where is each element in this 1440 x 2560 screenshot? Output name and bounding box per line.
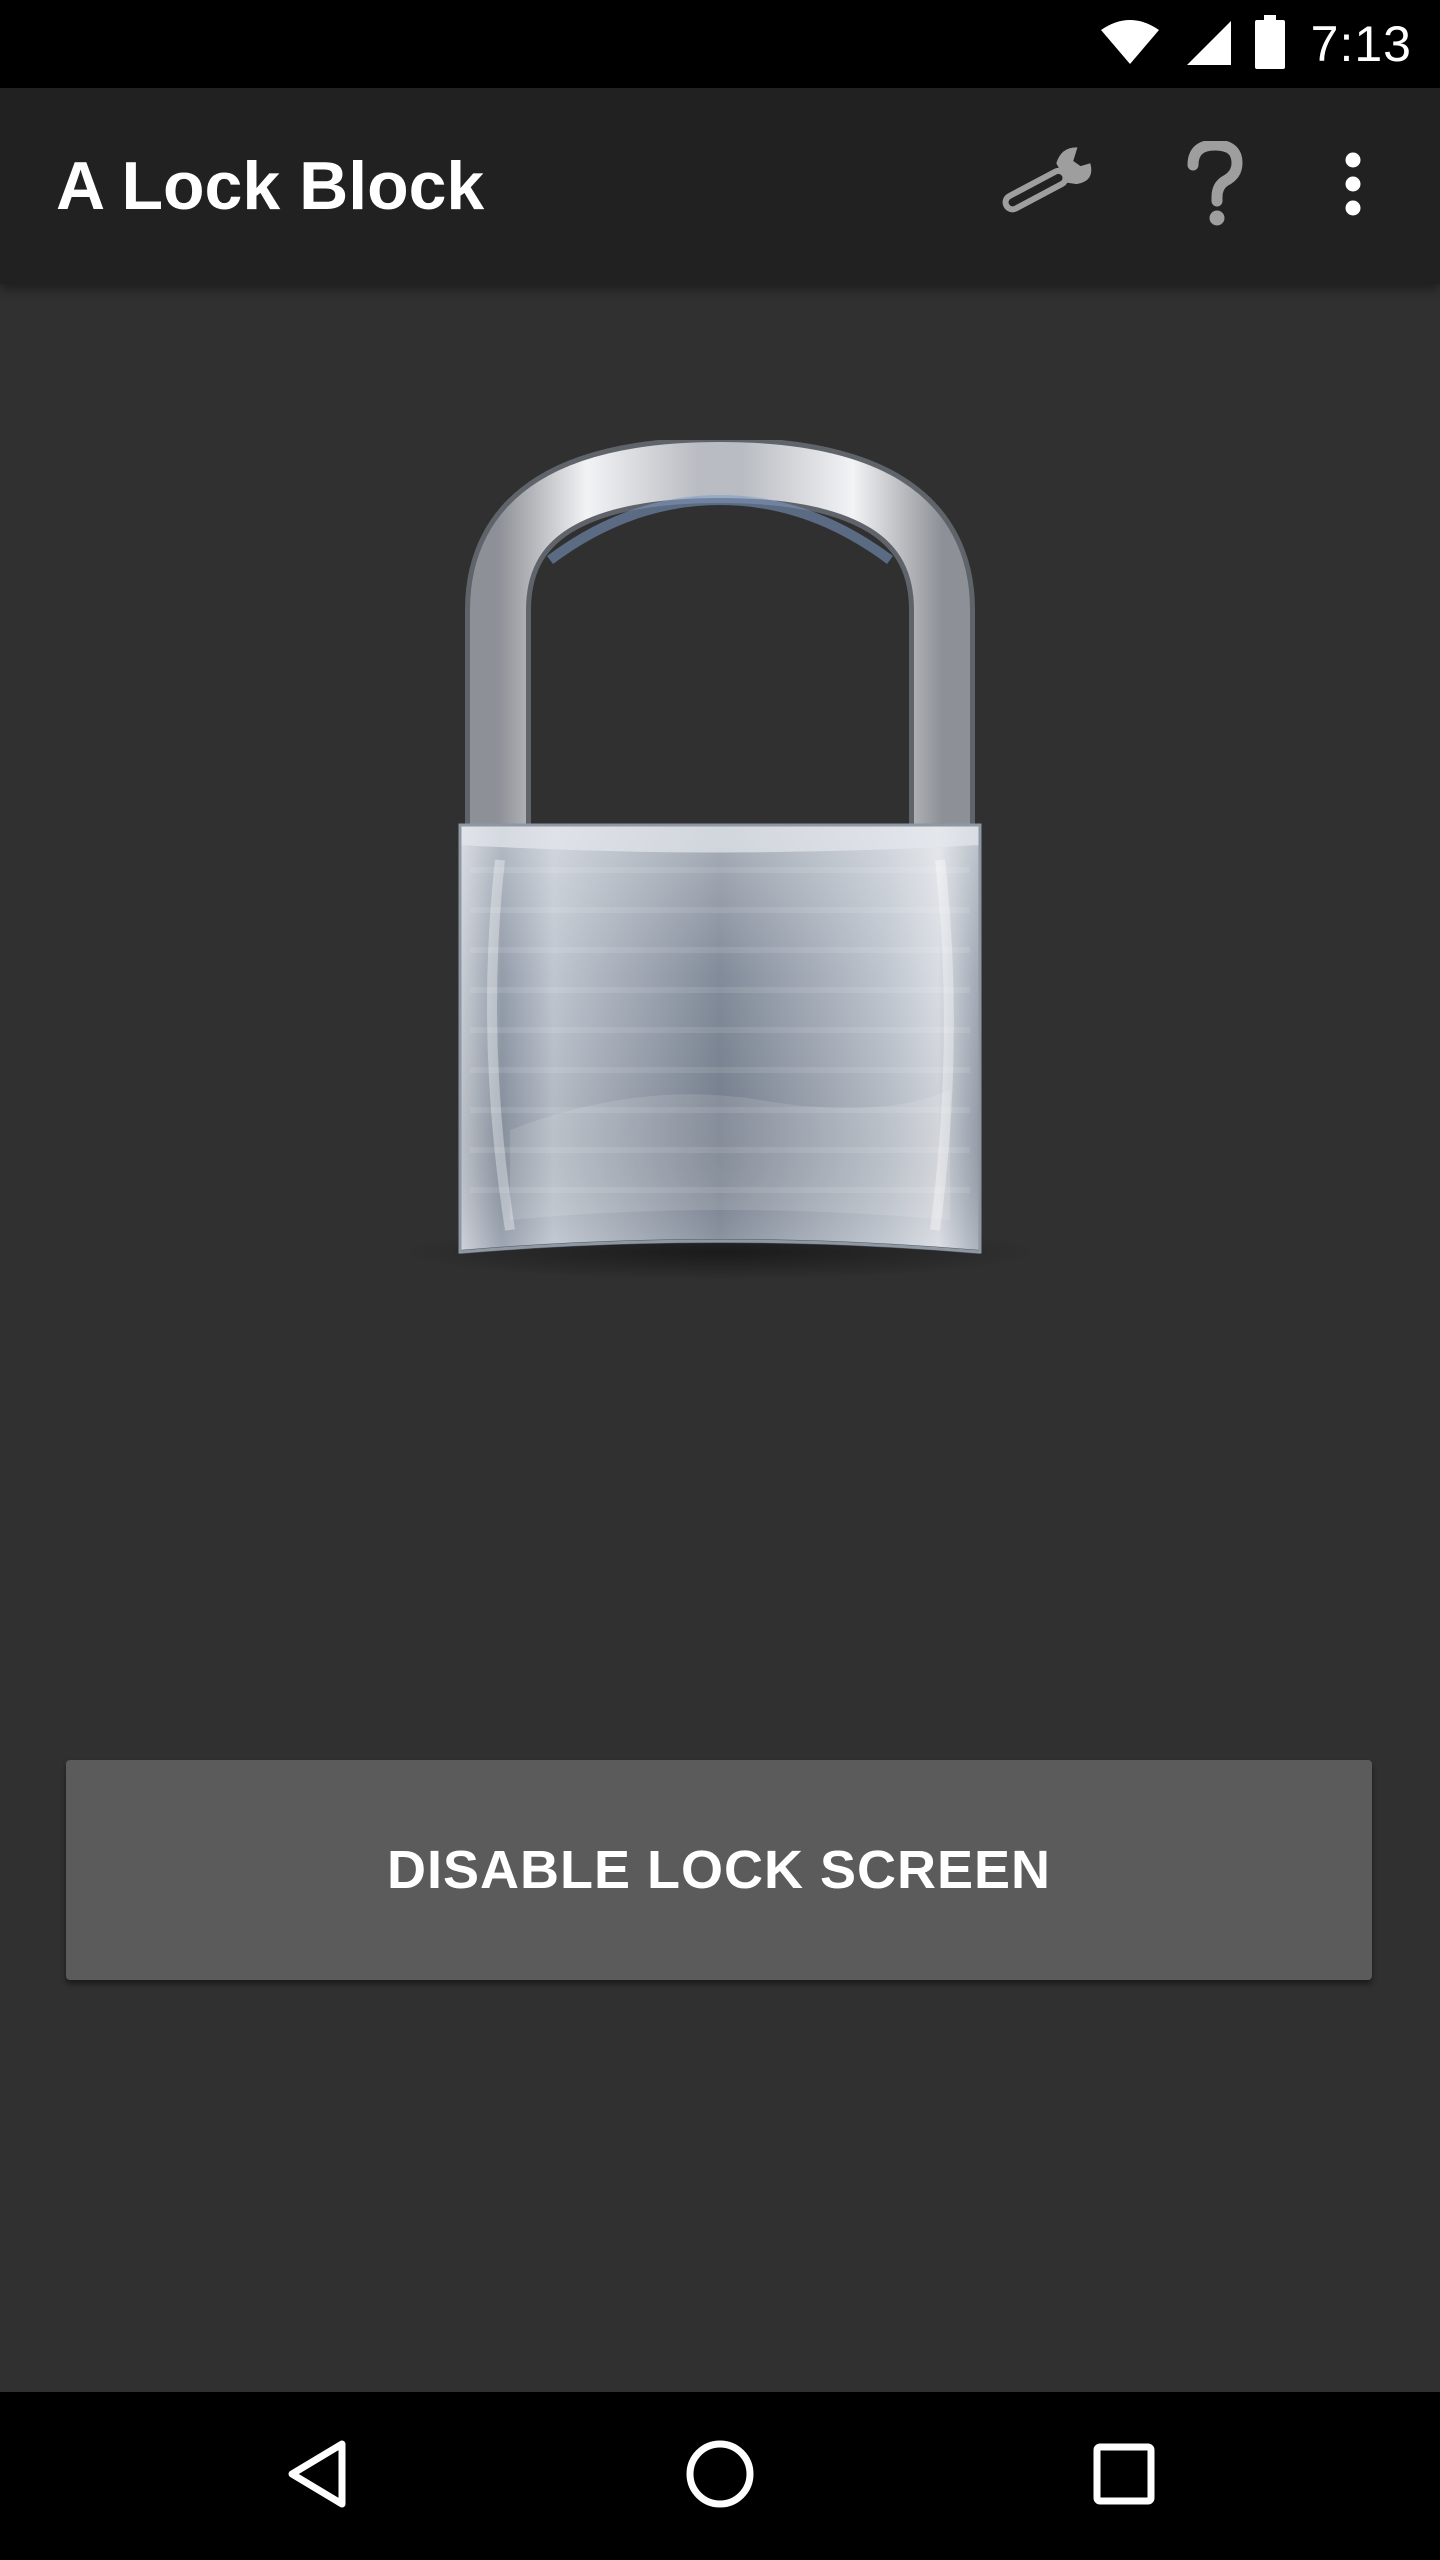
padlock-illustration bbox=[380, 436, 1060, 1300]
cell-signal-icon bbox=[1183, 17, 1233, 72]
app-bar: A Lock Block bbox=[0, 88, 1440, 284]
overflow-menu-button[interactable] bbox=[1308, 136, 1398, 236]
wifi-icon bbox=[1099, 18, 1161, 71]
wrench-icon bbox=[995, 144, 1099, 229]
overflow-menu-icon bbox=[1343, 152, 1363, 221]
disable-lock-screen-label: DISABLE LOCK SCREEN bbox=[386, 1840, 1052, 1900]
navigation-bar bbox=[0, 2392, 1440, 2560]
help-icon bbox=[1187, 138, 1243, 232]
recents-icon bbox=[1093, 2443, 1155, 2510]
recents-button[interactable] bbox=[1064, 2426, 1184, 2526]
back-icon bbox=[284, 2438, 348, 2515]
battery-icon bbox=[1254, 14, 1285, 74]
status-icons: 7:13 bbox=[1099, 0, 1412, 88]
home-icon bbox=[685, 2439, 755, 2514]
status-bar: 7:13 bbox=[0, 0, 1440, 88]
help-button[interactable] bbox=[1160, 136, 1270, 236]
settings-button[interactable] bbox=[992, 136, 1102, 236]
home-button[interactable] bbox=[660, 2426, 780, 2526]
status-time: 7:13 bbox=[1310, 16, 1412, 72]
app-title: A Lock Block bbox=[56, 148, 485, 224]
padlock-icon bbox=[400, 436, 1040, 1280]
screen: 7:13 A Lock Block DISABLE LOCK SCREEN bbox=[0, 0, 1440, 2560]
back-button[interactable] bbox=[256, 2426, 376, 2526]
disable-lock-screen-button[interactable]: DISABLE LOCK SCREEN bbox=[66, 1760, 1372, 1980]
